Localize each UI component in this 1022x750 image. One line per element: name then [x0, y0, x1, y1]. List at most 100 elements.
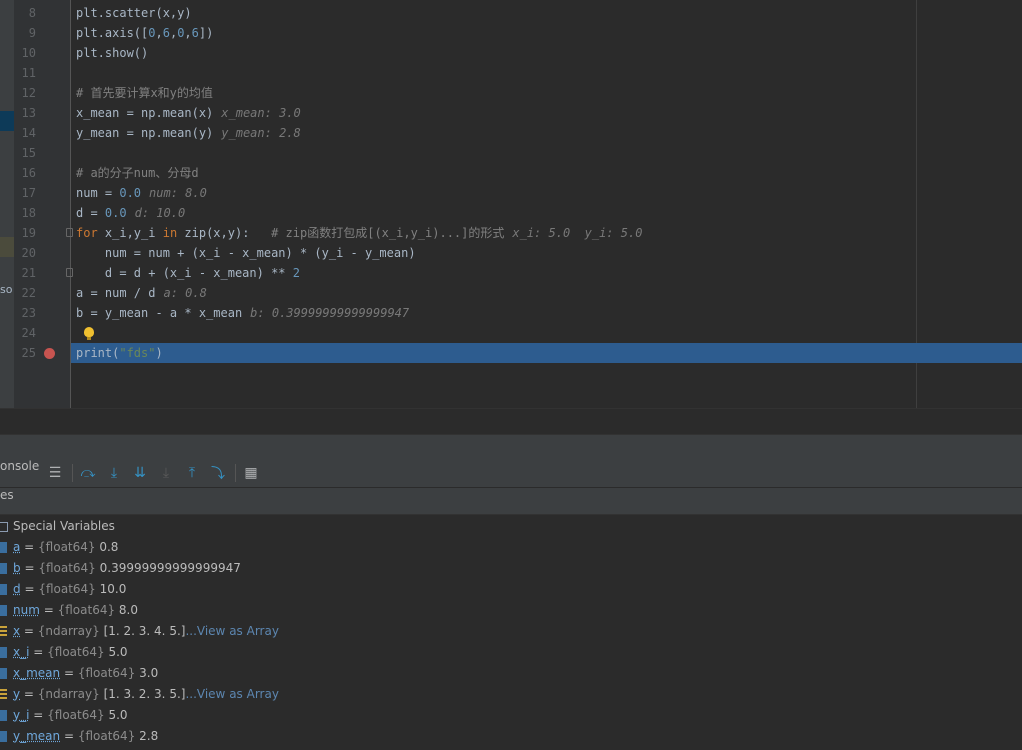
equals-sign: = — [39, 603, 58, 617]
code-text[interactable]: # a的分子num、分母d — [76, 163, 199, 183]
line-number[interactable]: 24 — [14, 323, 36, 343]
line-number[interactable]: 14 — [14, 123, 36, 143]
code-line[interactable]: 14 y_mean = np.mean(y) y_mean: 2.8 — [14, 123, 1022, 143]
code-line[interactable]: 11 — [14, 63, 1022, 83]
code-line[interactable]: 15 — [14, 143, 1022, 163]
equals-sign: = — [20, 582, 39, 596]
array-icon — [0, 689, 7, 700]
line-number[interactable]: 22 — [14, 283, 36, 303]
code-text[interactable]: d = d + (x_i - x_mean) ** 2 — [76, 263, 300, 283]
variable-value: 5.0 — [108, 708, 128, 722]
variable-name: b — [13, 561, 21, 575]
code-line[interactable]: 17 num = 0.0 num: 8.0 — [14, 183, 1022, 203]
equals-sign: = — [60, 666, 78, 680]
variable-icon — [0, 605, 7, 616]
code-line[interactable]: 10 plt.show() — [14, 43, 1022, 63]
variable-type: {float64} — [77, 729, 140, 743]
menu-lines-icon[interactable]: ☰ — [47, 465, 63, 481]
code-line[interactable]: 19 for x_i,y_i in zip(x,y): # zip函数打包成[(x… — [14, 223, 1022, 243]
tab-variables[interactable]: es — [0, 488, 14, 502]
code-text[interactable]: num = 0.0 num: 8.0 — [76, 183, 207, 203]
line-number[interactable]: 9 — [14, 23, 36, 43]
code-text[interactable]: print("fds") — [76, 343, 163, 363]
line-number[interactable]: 12 — [14, 83, 36, 103]
line-number[interactable]: 15 — [14, 143, 36, 163]
variable-value: 3.0 — [139, 666, 159, 680]
toolbar-divider — [72, 464, 73, 482]
code-line[interactable]: 22 a = num / d a: 0.8 — [14, 283, 1022, 303]
code-line[interactable]: 25 print("fds") — [22, 343, 1022, 363]
tab-console[interactable]: onsole — [0, 459, 39, 487]
equals-sign: = — [20, 687, 38, 701]
code-text[interactable]: y_mean = np.mean(y) y_mean: 2.8 — [76, 123, 301, 143]
step-into-icon[interactable]: ⤓ — [106, 465, 122, 481]
line-number[interactable]: 13 — [14, 103, 36, 123]
code-line[interactable]: 23 b = y_mean - a * x_mean b: 0.3999999999… — [14, 303, 1022, 323]
line-number[interactable]: 11 — [14, 63, 36, 83]
force-step-into-icon[interactable]: ⤓ — [158, 465, 174, 481]
variable-value: 10.0 — [99, 582, 127, 596]
code-text[interactable]: d = 0.0 d: 10.0 — [76, 203, 185, 223]
variable-name: y_mean — [13, 729, 61, 743]
code-text[interactable]: for x_i,y_i in zip(x,y): # zip函数打包成[(x_i… — [76, 223, 642, 243]
variable-icon — [0, 542, 7, 553]
code-line[interactable]: 18 d = 0.0 d: 10.0 — [14, 203, 1022, 223]
line-number[interactable]: 16 — [14, 163, 36, 183]
variable-name: Special Variables — [13, 519, 115, 533]
array-icon — [0, 626, 7, 637]
variable-type: {float64} — [38, 582, 100, 596]
code-text[interactable]: b = y_mean - a * x_mean b: 0.399999999999… — [76, 303, 409, 323]
code-text[interactable]: plt.axis([0,6,0,6]) — [76, 23, 213, 43]
inline-debug-value: b: 0.39999999999999947 — [250, 306, 410, 320]
line-number[interactable]: 23 — [14, 303, 36, 323]
variable-value: 0.8 — [99, 540, 119, 554]
view-as-array-link[interactable]: ...View as Array — [185, 624, 278, 638]
variable-type: {float64} — [47, 645, 109, 659]
step-over-icon[interactable]: ⤼ — [80, 465, 96, 481]
line-number[interactable]: 21 — [14, 263, 36, 283]
evaluate-expression-icon[interactable]: ▦ — [243, 465, 259, 481]
debug-panel-header — [0, 434, 1022, 460]
code-line[interactable]: 21 d = d + (x_i - x_mean) ** 2 — [14, 263, 1022, 283]
line-number[interactable]: 10 — [14, 43, 36, 63]
code-line[interactable]: 9 plt.axis([0,6,0,6]) — [14, 23, 1022, 43]
run-to-cursor-icon[interactable]: ⤵ — [210, 465, 226, 482]
special-variables-icon — [0, 522, 8, 532]
lightbulb-icon[interactable] — [84, 327, 94, 340]
code-text[interactable]: x_mean = np.mean(x) x_mean: 3.0 — [76, 103, 301, 123]
code-text[interactable]: # 首先要计算x和y的均值 — [76, 83, 213, 103]
line-number[interactable]: 8 — [14, 3, 36, 23]
line-number[interactable]: 25 — [14, 343, 36, 363]
code-line[interactable]: 12 # 首先要计算x和y的均值 — [14, 83, 1022, 103]
code-line[interactable]: 20 num = num + (x_i - x_mean) * (y_i - y… — [14, 243, 1022, 263]
line-number[interactable]: 20 — [14, 243, 36, 263]
variable-icon — [0, 647, 7, 658]
fold-marker-icon[interactable] — [66, 268, 73, 277]
step-out-icon[interactable]: ⤒ — [184, 465, 200, 481]
variable-icon — [0, 668, 7, 679]
code-text[interactable]: plt.show() — [76, 43, 148, 63]
variable-type: {float64} — [38, 540, 100, 554]
code-editor[interactable]: so 8 plt.scatter(x,y) 9 plt.axis([0,6,0,6])… — [0, 0, 1022, 435]
code-line[interactable]: 8 plt.scatter(x,y) — [14, 3, 1022, 23]
equals-sign: = — [29, 645, 48, 659]
fold-marker-icon[interactable] — [66, 228, 73, 237]
code-text[interactable]: plt.scatter(x,y) — [76, 3, 192, 23]
code-line[interactable]: 16 # a的分子num、分母d — [14, 163, 1022, 183]
view-as-array-link[interactable]: ...View as Array — [185, 687, 278, 701]
step-into-my-code-icon[interactable]: ⇊ — [132, 465, 148, 481]
line-number[interactable]: 17 — [14, 183, 36, 203]
code-line[interactable]: 24 — [14, 323, 1022, 343]
code-line[interactable]: 13 x_mean = np.mean(x) x_mean: 3.0 — [14, 103, 1022, 123]
debug-toolbar: onsole ☰ ⤼ ⤓ ⇊ ⤓ ⤒ ⤵ ▦ — [0, 459, 1022, 488]
equals-sign: = — [20, 624, 38, 638]
line-number[interactable]: 18 — [14, 203, 36, 223]
editor-bottom-bar — [0, 408, 1022, 435]
inline-debug-value: y_mean: 2.8 — [221, 126, 301, 140]
code-text[interactable]: a = num / d a: 0.8 — [76, 283, 207, 303]
equals-sign: = — [29, 708, 48, 722]
breakpoint-icon[interactable] — [44, 348, 55, 359]
code-text[interactable]: num = num + (x_i - x_mean) * (y_i - y_me… — [76, 243, 416, 263]
variables-list[interactable]: Special Variables a = {float64} 0.8 b = {f… — [0, 515, 1022, 750]
line-number[interactable]: 19 — [14, 223, 36, 243]
